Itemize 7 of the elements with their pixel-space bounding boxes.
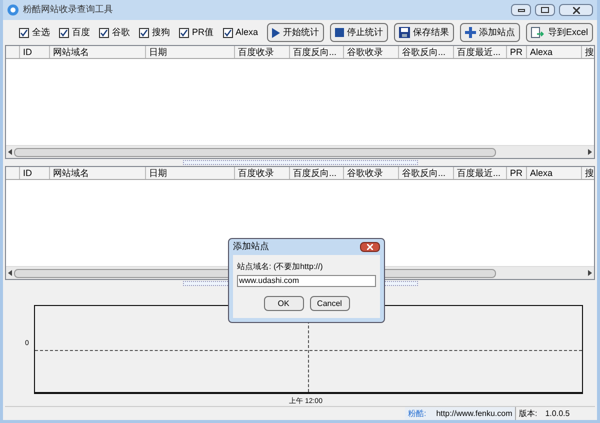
field-label: 站点域名: (不要加http://): [237, 261, 324, 273]
window-title: 粉酷网站收录查询工具: [23, 3, 114, 16]
status-label: 粉酷:: [408, 408, 426, 420]
status-site: http://www.fenku.com: [436, 408, 512, 420]
dialog-title: 添加站点: [233, 240, 269, 254]
status-version: 1.0.0.5: [545, 408, 570, 420]
status-label: 版本:: [519, 408, 538, 420]
